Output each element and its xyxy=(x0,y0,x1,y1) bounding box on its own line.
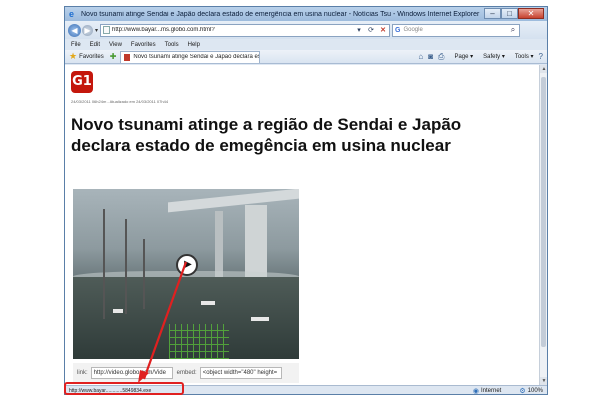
embed-row: link: http://video.globo.com/Vide embed:… xyxy=(73,363,299,383)
scroll-up-icon[interactable]: ▲ xyxy=(540,65,547,73)
history-dropdown-icon[interactable]: ▾ xyxy=(95,27,98,34)
add-favorite-icon[interactable]: ✚ xyxy=(110,52,117,61)
favorites-bar: ★ Favorites ✚ Novo tsunami atinge Sendai… xyxy=(65,50,547,64)
tools-menu[interactable]: Tools ▾ xyxy=(510,53,534,60)
maximize-button[interactable]: □ xyxy=(501,8,518,19)
window-controls: – □ ✕ xyxy=(484,8,544,20)
browser-window: e Novo tsunami atinge Sendai e Japão dec… xyxy=(64,6,548,395)
favorites-star-icon[interactable]: ★ xyxy=(69,51,77,62)
video-frame-debris xyxy=(113,309,123,313)
ie-logo-icon: e xyxy=(69,8,75,19)
safety-menu[interactable]: Safety ▾ xyxy=(478,53,505,60)
annotation-highlight-box xyxy=(64,382,184,395)
status-right: ◉ Internet ⚙ 100% xyxy=(472,387,543,395)
close-button[interactable]: ✕ xyxy=(518,8,544,19)
video-frame-post xyxy=(143,239,145,309)
internet-zone-icon: ◉ xyxy=(472,388,479,395)
address-input[interactable]: http://www.bayar...ms.globo.com.html? xyxy=(112,27,353,33)
refresh-icon[interactable]: ⟳ xyxy=(365,26,377,34)
video-player[interactable]: ▶ xyxy=(73,189,299,359)
page-icon xyxy=(103,26,111,34)
article-dateline: 24/03/2011 06h24m - Atualizado em 24/03/… xyxy=(71,99,169,104)
video-frame-fence xyxy=(169,324,229,359)
tab-active[interactable]: Novo tsunami atinge Sendai e Japão decla… xyxy=(120,50,261,63)
security-zone: Internet xyxy=(481,388,502,394)
link-field[interactable]: http://video.globo.com/Vide xyxy=(90,367,173,379)
protected-mode-icon: ⚙ xyxy=(519,388,526,395)
menu-favorites[interactable]: Favorites xyxy=(131,42,156,48)
menu-tools[interactable]: Tools xyxy=(165,42,179,48)
forward-button[interactable]: ▶ xyxy=(82,24,93,36)
video-frame-post xyxy=(103,209,105,319)
google-icon: G xyxy=(395,26,401,34)
minimize-button[interactable]: – xyxy=(484,8,501,19)
menu-help[interactable]: Help xyxy=(188,42,200,48)
vertical-scrollbar[interactable]: ▲ ▼ xyxy=(539,65,547,385)
menu-edit[interactable]: Edit xyxy=(90,42,100,48)
address-row: ◀ ▶ ▾ http://www.bayar...ms.globo.com.ht… xyxy=(65,21,547,39)
address-bar[interactable]: http://www.bayar...ms.globo.com.html? ▾ … xyxy=(100,23,391,37)
embed-label: embed: xyxy=(176,370,197,376)
g1-logo[interactable]: G1 xyxy=(71,71,93,93)
feeds-icon[interactable]: ◙ xyxy=(428,52,433,61)
scroll-thumb[interactable] xyxy=(541,77,546,347)
search-box[interactable]: G Google ⌕ xyxy=(392,23,521,37)
search-icon[interactable]: ⌕ xyxy=(507,25,519,35)
page-menu[interactable]: Page ▾ xyxy=(449,53,473,60)
play-button[interactable]: ▶ xyxy=(176,254,198,276)
menu-file[interactable]: File xyxy=(71,42,81,48)
print-icon[interactable]: ⎙ xyxy=(438,52,444,62)
help-icon[interactable]: ? xyxy=(539,52,543,61)
home-icon[interactable]: ⌂ xyxy=(418,52,423,61)
scroll-down-icon[interactable]: ▼ xyxy=(540,377,547,385)
favorites-button[interactable]: Favorites xyxy=(79,54,104,60)
zoom-level[interactable]: 100% xyxy=(528,388,543,394)
title-bar: e Novo tsunami atinge Sendai e Japão dec… xyxy=(65,7,547,21)
embed-field[interactable]: <object width="480" height= xyxy=(199,367,282,379)
page-content: G1 24/03/2011 06h24m - Atualizado em 24/… xyxy=(65,65,539,385)
video-frame-post xyxy=(125,219,127,314)
menu-bar: File Edit View Favorites Tools Help xyxy=(65,39,547,50)
link-label: link: xyxy=(77,370,88,376)
tab-favicon xyxy=(124,53,131,61)
window-title: Novo tsunami atinge Sendai e Japão decla… xyxy=(81,10,480,18)
menu-view[interactable]: View xyxy=(109,42,122,48)
video-frame-debris xyxy=(201,301,215,305)
tab-title: Novo tsunami atinge Sendai e Japão decla… xyxy=(133,54,259,60)
video-frame-debris xyxy=(251,317,269,321)
article-headline: Novo tsunami atinge a região de Sendai e… xyxy=(71,115,462,155)
search-input[interactable]: Google xyxy=(403,27,507,33)
address-dropdown-icon[interactable]: ▾ xyxy=(353,26,365,34)
video-frame-bridge xyxy=(168,189,299,213)
back-button[interactable]: ◀ xyxy=(68,23,81,37)
stop-icon[interactable]: ✕ xyxy=(377,26,389,34)
command-bar: ⌂ ◙ ⎙ Page ▾ Safety ▾ Tools ▾ ? xyxy=(413,52,543,62)
